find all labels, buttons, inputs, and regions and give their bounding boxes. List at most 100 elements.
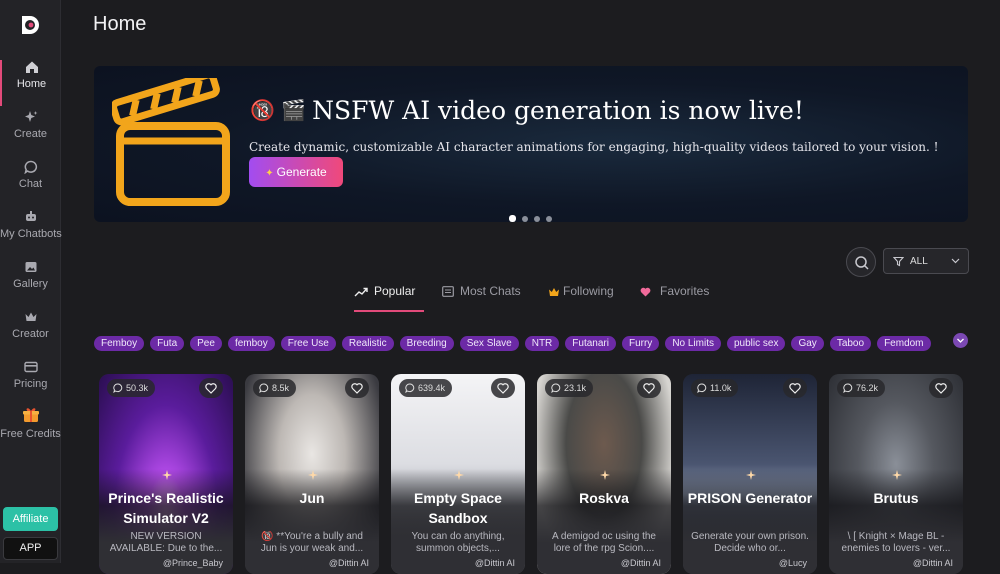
- tags-expand-button[interactable]: [953, 333, 968, 348]
- favorite-button[interactable]: [199, 378, 223, 398]
- tag-chip[interactable]: Gay: [791, 336, 824, 351]
- tag-chip[interactable]: No Limits: [665, 336, 721, 351]
- sparkle-icon: [162, 470, 172, 480]
- card-icon: [23, 361, 38, 373]
- tag-chip[interactable]: Pee: [190, 336, 222, 351]
- tag-chip[interactable]: femboy: [227, 336, 275, 351]
- tab-following[interactable]: Following: [548, 284, 614, 312]
- sidebar-item-chat[interactable]: Chat: [0, 160, 61, 206]
- tag-chip[interactable]: Futa: [150, 336, 185, 351]
- sidebar-item-gallery[interactable]: Gallery: [0, 260, 61, 306]
- sidebar-item-pricing[interactable]: Pricing: [0, 360, 61, 406]
- chat-count: 11.0k: [710, 383, 732, 393]
- tag-chip[interactable]: Femboy: [94, 336, 145, 351]
- heart-outline-icon: [643, 383, 655, 394]
- sparkle-icon: [600, 470, 610, 480]
- carousel-dot[interactable]: [546, 216, 552, 222]
- heart-icon: [640, 287, 651, 297]
- heart-outline-icon: [789, 383, 801, 394]
- chat-bubble-icon: [23, 160, 37, 174]
- character-card[interactable]: 8.5k Jun 🔞 **You're a bully and Jun is you…: [245, 374, 379, 574]
- character-name: Brutus: [873, 490, 919, 506]
- chat-bubble-icon: [697, 383, 707, 394]
- chat-count: 50.3k: [126, 383, 149, 393]
- tab-label: Most Chats: [460, 284, 521, 298]
- filter-icon: [893, 256, 904, 267]
- character-name: Empty Space Sandbox: [414, 490, 502, 526]
- character-author[interactable]: @Dittin AI: [621, 558, 661, 568]
- chat-count: 639.4k: [418, 383, 446, 393]
- favorite-button[interactable]: [783, 378, 807, 398]
- chat-count: 8.5k: [272, 383, 290, 393]
- carousel-dot[interactable]: [534, 216, 540, 222]
- tag-chip[interactable]: NTR: [524, 336, 560, 351]
- search-button[interactable]: [846, 247, 876, 277]
- tag-chip[interactable]: Free Use: [280, 336, 336, 351]
- tag-chip[interactable]: public sex: [727, 336, 786, 351]
- chat-count-badge: 8.5k: [253, 379, 297, 397]
- favorite-button[interactable]: [345, 378, 369, 398]
- banner-title: 🔞 🎬 NSFW AI video generation is now live!: [250, 96, 804, 125]
- tab-favorites[interactable]: Favorites: [640, 284, 709, 312]
- gift-icon: [22, 408, 39, 422]
- image-icon: [25, 262, 36, 272]
- favorite-button[interactable]: [491, 378, 515, 398]
- sidebar-item-label: Creator: [12, 328, 49, 340]
- sidebar-item-label: Free Credits: [0, 428, 61, 440]
- favorite-button[interactable]: [929, 378, 953, 398]
- filter-select[interactable]: ALL: [883, 248, 969, 274]
- character-name: Prince's Realistic Simulator V2: [108, 490, 224, 526]
- tab-most-chats[interactable]: Most Chats: [442, 284, 521, 312]
- character-card[interactable]: 639.4k Empty Space Sandbox You can do anyt…: [391, 374, 525, 574]
- clapperboard-icon: [112, 78, 230, 206]
- sparkle-icon: [454, 470, 464, 480]
- carousel-dots: [509, 209, 558, 222]
- sidebar-item-create[interactable]: Create: [0, 110, 61, 156]
- sparkle-icon: [24, 111, 37, 122]
- character-card[interactable]: 76.2k Brutus \ [ Knight × Mage BL - enemie…: [829, 374, 963, 574]
- chat-bubble-icon: [843, 383, 853, 394]
- sparkle-icon: [308, 470, 318, 480]
- promo-banner[interactable]: 🔞 🎬 NSFW AI video generation is now live!…: [94, 66, 968, 222]
- tag-chip[interactable]: Futanari: [565, 336, 616, 351]
- chat-count: 23.1k: [564, 383, 587, 393]
- heart-outline-icon: [497, 383, 509, 394]
- sidebar-item-home[interactable]: Home: [0, 60, 61, 106]
- character-card[interactable]: 11.0k PRISON Generator Generate your own p…: [683, 374, 817, 574]
- sidebar-item-my-chatbots[interactable]: My Chatbots: [0, 210, 62, 256]
- character-card[interactable]: 50.3k Prince's Realistic Simulator V2 NEW …: [99, 374, 233, 574]
- list-icon: [442, 286, 454, 297]
- tag-chip[interactable]: Taboo: [829, 336, 872, 351]
- generate-button[interactable]: ✦ Generate: [249, 157, 343, 187]
- sidebar-item-creator[interactable]: Creator: [0, 310, 61, 356]
- character-card[interactable]: 23.1k Roskva A demigod oc using the lore o…: [537, 374, 671, 574]
- character-author[interactable]: @Lucy: [779, 558, 807, 568]
- tag-chip[interactable]: Sex Slave: [459, 336, 519, 351]
- sidebar-item-label: Pricing: [13, 378, 48, 390]
- tag-chip[interactable]: Realistic: [341, 336, 394, 351]
- app-button[interactable]: APP: [3, 537, 58, 560]
- character-author[interactable]: @Dittin AI: [329, 558, 369, 568]
- character-author[interactable]: @Dittin AI: [913, 558, 953, 568]
- character-author[interactable]: @Dittin AI: [475, 558, 515, 568]
- carousel-dot[interactable]: [522, 216, 528, 222]
- sidebar-item-label: Gallery: [13, 278, 48, 290]
- sidebar-item-label: My Chatbots: [0, 228, 62, 240]
- trending-icon: [354, 287, 368, 297]
- sidebar: Home Create Chat My Chatbots Gallery Cre…: [0, 0, 62, 563]
- sidebar-item-free-credits[interactable]: Free Credits: [0, 406, 61, 452]
- affiliate-button[interactable]: Affiliate: [3, 507, 58, 531]
- favorite-button[interactable]: [637, 378, 661, 398]
- chat-count: 76.2k: [856, 383, 879, 393]
- character-author[interactable]: @Prince_Baby: [163, 558, 223, 568]
- tab-popular[interactable]: Popular: [354, 284, 424, 312]
- home-icon: [25, 61, 38, 73]
- tag-chip[interactable]: Femdom: [877, 336, 931, 351]
- logo-icon[interactable]: [18, 13, 42, 37]
- chevron-down-icon: [957, 338, 964, 343]
- tag-chip[interactable]: Furry: [621, 336, 660, 351]
- tag-chip[interactable]: Breeding: [399, 336, 454, 351]
- carousel-dot[interactable]: [509, 215, 516, 222]
- character-description: 🔞 **You're a bully and Jun is your weak …: [260, 531, 364, 554]
- character-name: Roskva: [579, 490, 629, 506]
